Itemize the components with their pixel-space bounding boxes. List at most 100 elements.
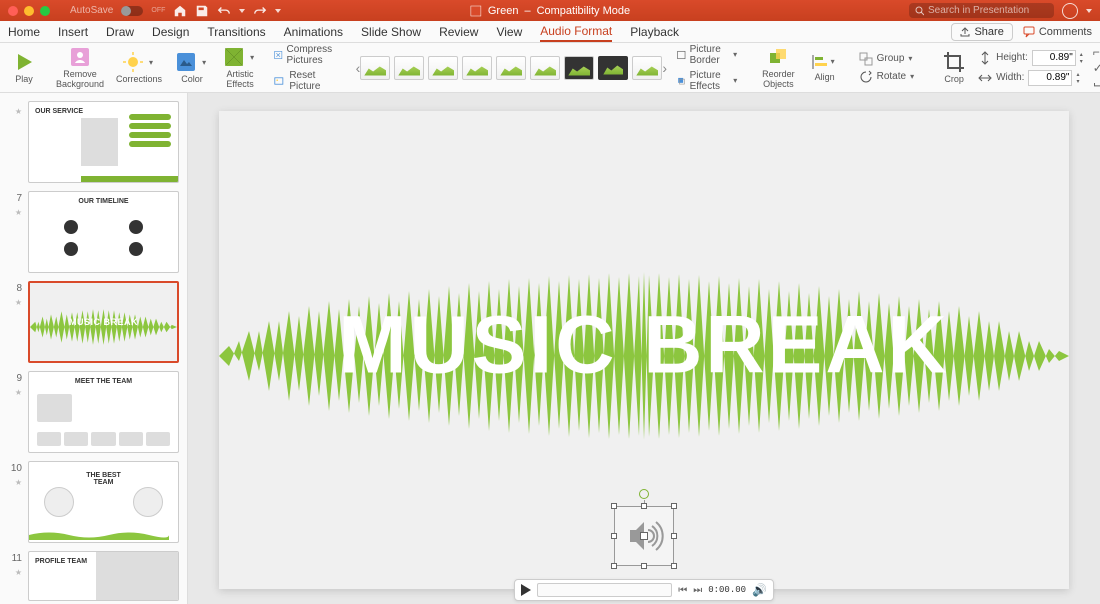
undo-icon[interactable] bbox=[217, 4, 231, 18]
feedback-icon[interactable] bbox=[1062, 3, 1078, 19]
lock-aspect-check-icon[interactable]: ✓ bbox=[1093, 61, 1100, 75]
width-label: Width: bbox=[996, 72, 1024, 83]
width-spinner[interactable]: ▴▾ bbox=[1076, 71, 1079, 85]
remove-bg-icon bbox=[68, 45, 92, 69]
tab-home[interactable]: Home bbox=[8, 23, 40, 41]
window-minimize-button[interactable] bbox=[24, 6, 34, 16]
save-icon[interactable] bbox=[195, 4, 209, 18]
picture-border-button[interactable]: Picture Border ▾ bbox=[673, 43, 742, 67]
audio-player: ⏮ ⏭ 0:00.00 🔊 bbox=[514, 579, 774, 601]
tab-transitions[interactable]: Transitions bbox=[207, 23, 265, 41]
style-option[interactable] bbox=[496, 56, 526, 80]
crop-button[interactable]: Crop bbox=[936, 43, 972, 92]
tab-draw[interactable]: Draw bbox=[106, 23, 134, 41]
chevron-down-icon: ▾ bbox=[733, 50, 738, 59]
color-button[interactable]: ▾ Color bbox=[168, 43, 216, 92]
style-option[interactable] bbox=[564, 56, 594, 80]
style-option[interactable] bbox=[428, 56, 458, 80]
resize-handle[interactable] bbox=[671, 503, 677, 509]
width-icon bbox=[978, 71, 992, 85]
comment-icon bbox=[1023, 26, 1035, 38]
rotate-icon bbox=[859, 70, 873, 84]
slide-thumbnail-selected[interactable]: 8★ MUSIC BREAK bbox=[0, 277, 187, 367]
style-option[interactable] bbox=[360, 56, 390, 80]
tab-playback[interactable]: Playback bbox=[630, 23, 679, 41]
comments-button[interactable]: Comments bbox=[1023, 26, 1092, 38]
slide-thumbnail[interactable]: ★ OUR SERVICE bbox=[0, 97, 187, 187]
share-icon bbox=[960, 27, 970, 37]
corrections-button[interactable]: ▾ Corrections bbox=[110, 43, 168, 92]
tab-view[interactable]: View bbox=[496, 23, 522, 41]
doc-title: Green bbox=[488, 5, 519, 17]
remove-background-button[interactable]: Remove Background bbox=[50, 43, 110, 92]
autosave-state: OFF bbox=[151, 7, 165, 14]
animation-indicator-icon: ★ bbox=[15, 298, 22, 307]
style-option[interactable] bbox=[632, 56, 662, 80]
group-button[interactable]: Group ▾ bbox=[855, 51, 922, 67]
play-icon bbox=[12, 50, 36, 74]
resize-handle[interactable] bbox=[641, 563, 647, 569]
resize-handle[interactable] bbox=[671, 533, 677, 539]
animation-indicator-icon: ★ bbox=[15, 388, 22, 397]
animation-indicator-icon: ★ bbox=[15, 478, 22, 487]
resize-handle[interactable] bbox=[671, 563, 677, 569]
autosave-toggle[interactable] bbox=[121, 6, 143, 16]
height-input[interactable] bbox=[1032, 50, 1076, 66]
picture-effects-button[interactable]: Picture Effects ▾ bbox=[673, 69, 742, 93]
resize-handle[interactable] bbox=[611, 533, 617, 539]
player-skip-fwd-button[interactable]: ⏭ bbox=[693, 585, 702, 596]
reorder-objects-button[interactable]: Reorder Objects bbox=[756, 43, 801, 92]
undo-dropdown-icon[interactable] bbox=[239, 9, 245, 13]
slide-canvas[interactable]: MUSIC BREAK ⏮ ⏭ bbox=[219, 111, 1069, 589]
artistic-effects-button[interactable]: ▾ Artistic Effects bbox=[216, 43, 264, 92]
redo-icon[interactable] bbox=[253, 4, 267, 18]
resize-handle[interactable] bbox=[611, 563, 617, 569]
style-option[interactable] bbox=[530, 56, 560, 80]
style-option-selected[interactable] bbox=[598, 56, 628, 80]
tab-audio-format[interactable]: Audio Format bbox=[540, 22, 612, 42]
player-volume-button[interactable]: 🔊 bbox=[752, 583, 767, 597]
home-icon[interactable] bbox=[173, 4, 187, 18]
tab-slideshow[interactable]: Slide Show bbox=[361, 23, 421, 41]
picture-styles-gallery[interactable] bbox=[360, 56, 662, 80]
style-option[interactable] bbox=[462, 56, 492, 80]
resize-handle[interactable] bbox=[611, 503, 617, 509]
lock-aspect-bottom-icon[interactable]: ⌙ bbox=[1093, 77, 1100, 91]
reset-picture-button[interactable]: Reset Picture bbox=[270, 69, 342, 93]
tab-insert[interactable]: Insert bbox=[58, 23, 88, 41]
width-input[interactable] bbox=[1028, 70, 1072, 86]
compress-pictures-button[interactable]: Compress Pictures bbox=[270, 43, 342, 67]
style-option[interactable] bbox=[394, 56, 424, 80]
slide-thumbnail[interactable]: 7★ OUR TIMELINE bbox=[0, 187, 187, 277]
audio-object-selected[interactable] bbox=[614, 506, 674, 566]
qat-customize-icon[interactable] bbox=[275, 9, 281, 13]
player-skip-back-button[interactable]: ⏮ bbox=[678, 585, 687, 596]
share-button[interactable]: Share bbox=[951, 23, 1012, 41]
animation-indicator-icon: ★ bbox=[15, 208, 22, 217]
slide-thumbnail[interactable]: 9★ MEET THE TEAM bbox=[0, 367, 187, 457]
tab-design[interactable]: Design bbox=[152, 23, 189, 41]
window-maximize-button[interactable] bbox=[40, 6, 50, 16]
player-scrubber[interactable] bbox=[537, 583, 672, 597]
compress-icon bbox=[274, 48, 282, 62]
player-play-button[interactable] bbox=[521, 584, 531, 596]
slide-title-text[interactable]: MUSIC BREAK bbox=[338, 298, 950, 392]
rotate-button[interactable]: Rotate ▾ bbox=[855, 69, 922, 85]
align-button[interactable]: ▾ bbox=[805, 53, 845, 71]
height-spinner[interactable]: ▴▾ bbox=[1080, 51, 1083, 65]
resize-handle[interactable] bbox=[641, 503, 647, 509]
slide-thumbnail[interactable]: 11★ PROFILE TEAM bbox=[0, 547, 187, 604]
slide-panel[interactable]: ★ OUR SERVICE 7★ OUR TIMELINE bbox=[0, 93, 188, 604]
lock-aspect-top-icon[interactable]: ⌐ bbox=[1093, 45, 1100, 59]
search-input[interactable] bbox=[928, 5, 1048, 16]
corrections-icon bbox=[121, 50, 145, 74]
play-button[interactable]: Play bbox=[6, 43, 42, 92]
rotate-handle[interactable] bbox=[639, 489, 649, 499]
chevron-down-icon: ▾ bbox=[733, 76, 738, 85]
slide-thumbnail[interactable]: 10★ THE BEST TEAM bbox=[0, 457, 187, 547]
tab-animations[interactable]: Animations bbox=[284, 23, 343, 41]
window-close-button[interactable] bbox=[8, 6, 18, 16]
tab-review[interactable]: Review bbox=[439, 23, 478, 41]
ribbon-options-icon[interactable] bbox=[1086, 9, 1092, 13]
search-box[interactable] bbox=[909, 3, 1054, 18]
